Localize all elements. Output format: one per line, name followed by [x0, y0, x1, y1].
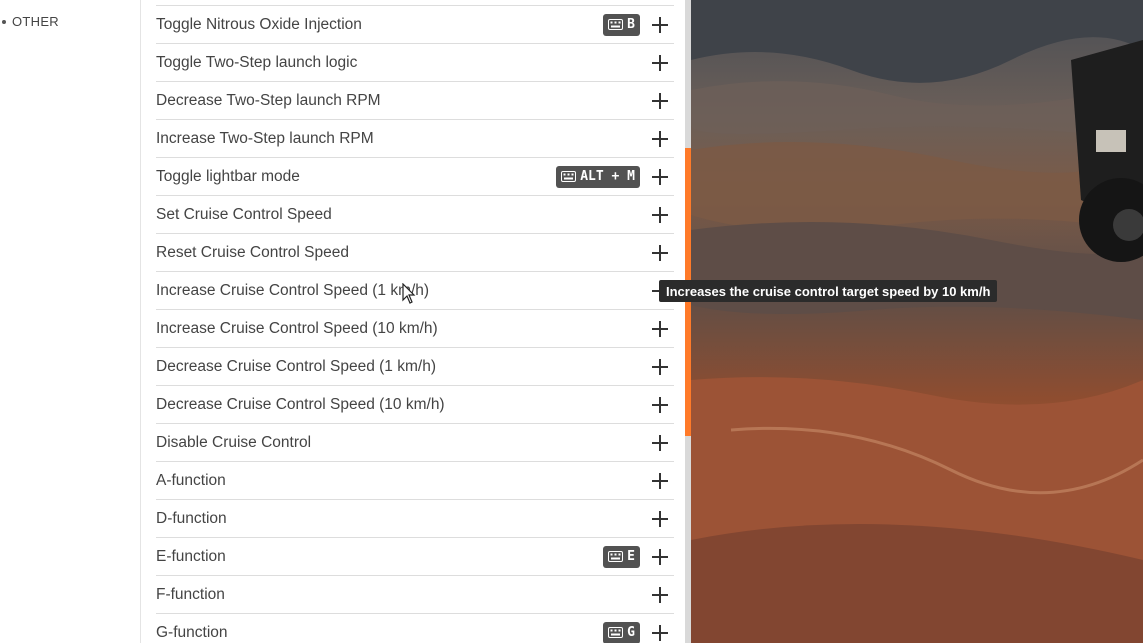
- plus-icon[interactable]: [650, 395, 670, 415]
- binding-label: Reset Cruise Control Speed: [156, 243, 349, 261]
- binding-row[interactable]: Increase Cruise Control Speed (10 km/h): [156, 310, 674, 348]
- binding-label: E-function: [156, 547, 226, 565]
- key-binding-badge[interactable]: E: [603, 545, 640, 568]
- game-viewport: [691, 0, 1143, 643]
- key-binding-text: B: [627, 17, 635, 32]
- binding-row[interactable]: Decrease Cruise Control Speed (10 km/h): [156, 386, 674, 424]
- binding-label: Disable Cruise Control: [156, 433, 312, 451]
- plus-icon[interactable]: [650, 243, 670, 263]
- plus-icon[interactable]: [650, 129, 670, 149]
- canyon-scene-image: [691, 0, 1143, 643]
- binding-label: Increase Two-Step launch RPM: [156, 129, 374, 147]
- binding-label: D-function: [156, 509, 227, 527]
- binding-label: Set Cruise Control Speed: [156, 205, 332, 223]
- binding-label: F-function: [156, 585, 225, 603]
- binding-label: Toggle lightbar mode: [156, 167, 300, 185]
- binding-label: Increase Cruise Control Speed (10 km/h): [156, 319, 438, 337]
- binding-row[interactable]: Decrease Two-Step launch RPM: [156, 82, 674, 120]
- tooltip-text: Increases the cruise control target spee…: [666, 283, 991, 299]
- binding-row[interactable]: Toggle Two-Step launch logic: [156, 44, 674, 82]
- bindings-list: Toggle Nitrous Oxide Injection B Toggle Tw…: [141, 0, 685, 643]
- binding-row[interactable]: Toggle lightbar mode ALT + M: [156, 158, 674, 196]
- plus-icon[interactable]: [650, 547, 670, 567]
- tooltip: Increases the cruise control target spee…: [659, 280, 998, 302]
- bullet-icon: [2, 19, 6, 24]
- key-binding-badge[interactable]: G: [603, 621, 640, 643]
- plus-icon[interactable]: [650, 91, 670, 111]
- binding-label: Decrease Two-Step launch RPM: [156, 91, 381, 109]
- binding-label: A-function: [156, 471, 226, 489]
- binding-row[interactable]: Toggle Nitrous Oxide Injection B: [156, 6, 674, 44]
- plus-icon[interactable]: [650, 623, 670, 643]
- sidebar-item-label: OTHER: [12, 14, 59, 29]
- keyboard-icon: [608, 627, 624, 638]
- keyboard-icon: [608, 19, 624, 30]
- plus-icon[interactable]: [650, 15, 670, 35]
- binding-row[interactable]: G-function G: [156, 614, 674, 643]
- plus-icon[interactable]: [650, 53, 670, 73]
- key-binding-badge[interactable]: B: [603, 13, 640, 36]
- plus-icon[interactable]: [650, 319, 670, 339]
- sidebar-item-other[interactable]: OTHER: [0, 14, 59, 29]
- plus-icon[interactable]: [650, 357, 670, 377]
- binding-row[interactable]: D-function: [156, 500, 674, 538]
- binding-label: G-function: [156, 623, 228, 641]
- mouse-cursor-icon: [402, 283, 416, 304]
- binding-row[interactable]: E-function E: [156, 538, 674, 576]
- binding-row[interactable]: Disable Cruise Control: [156, 424, 674, 462]
- binding-label: Decrease Cruise Control Speed (1 km/h): [156, 357, 436, 375]
- key-binding-text: G: [627, 625, 635, 640]
- keyboard-icon: [608, 551, 624, 562]
- binding-row[interactable]: Increase Two-Step launch RPM: [156, 120, 674, 158]
- plus-icon[interactable]: [650, 585, 670, 605]
- binding-label: Toggle Nitrous Oxide Injection: [156, 15, 362, 33]
- binding-row[interactable]: Set Cruise Control Speed: [156, 196, 674, 234]
- binding-row[interactable]: Reset Cruise Control Speed: [156, 234, 674, 272]
- plus-icon[interactable]: [650, 509, 670, 529]
- key-binding-badge[interactable]: ALT + M: [556, 165, 640, 188]
- plus-icon[interactable]: [650, 167, 670, 187]
- binding-label: Decrease Cruise Control Speed (10 km/h): [156, 395, 445, 413]
- binding-row[interactable]: F-function: [156, 576, 674, 614]
- plus-icon[interactable]: [650, 205, 670, 225]
- plus-icon[interactable]: [650, 471, 670, 491]
- key-binding-text: ALT + M: [580, 169, 635, 184]
- keyboard-icon: [561, 171, 577, 182]
- binding-row[interactable]: A-function: [156, 462, 674, 500]
- binding-row[interactable]: Decrease Cruise Control Speed (1 km/h): [156, 348, 674, 386]
- plus-icon[interactable]: [650, 433, 670, 453]
- category-sidebar: OTHER: [0, 0, 141, 643]
- binding-label: Toggle Two-Step launch logic: [156, 53, 358, 71]
- bindings-rows: Toggle Nitrous Oxide Injection B Toggle Tw…: [156, 5, 674, 643]
- key-binding-text: E: [627, 549, 635, 564]
